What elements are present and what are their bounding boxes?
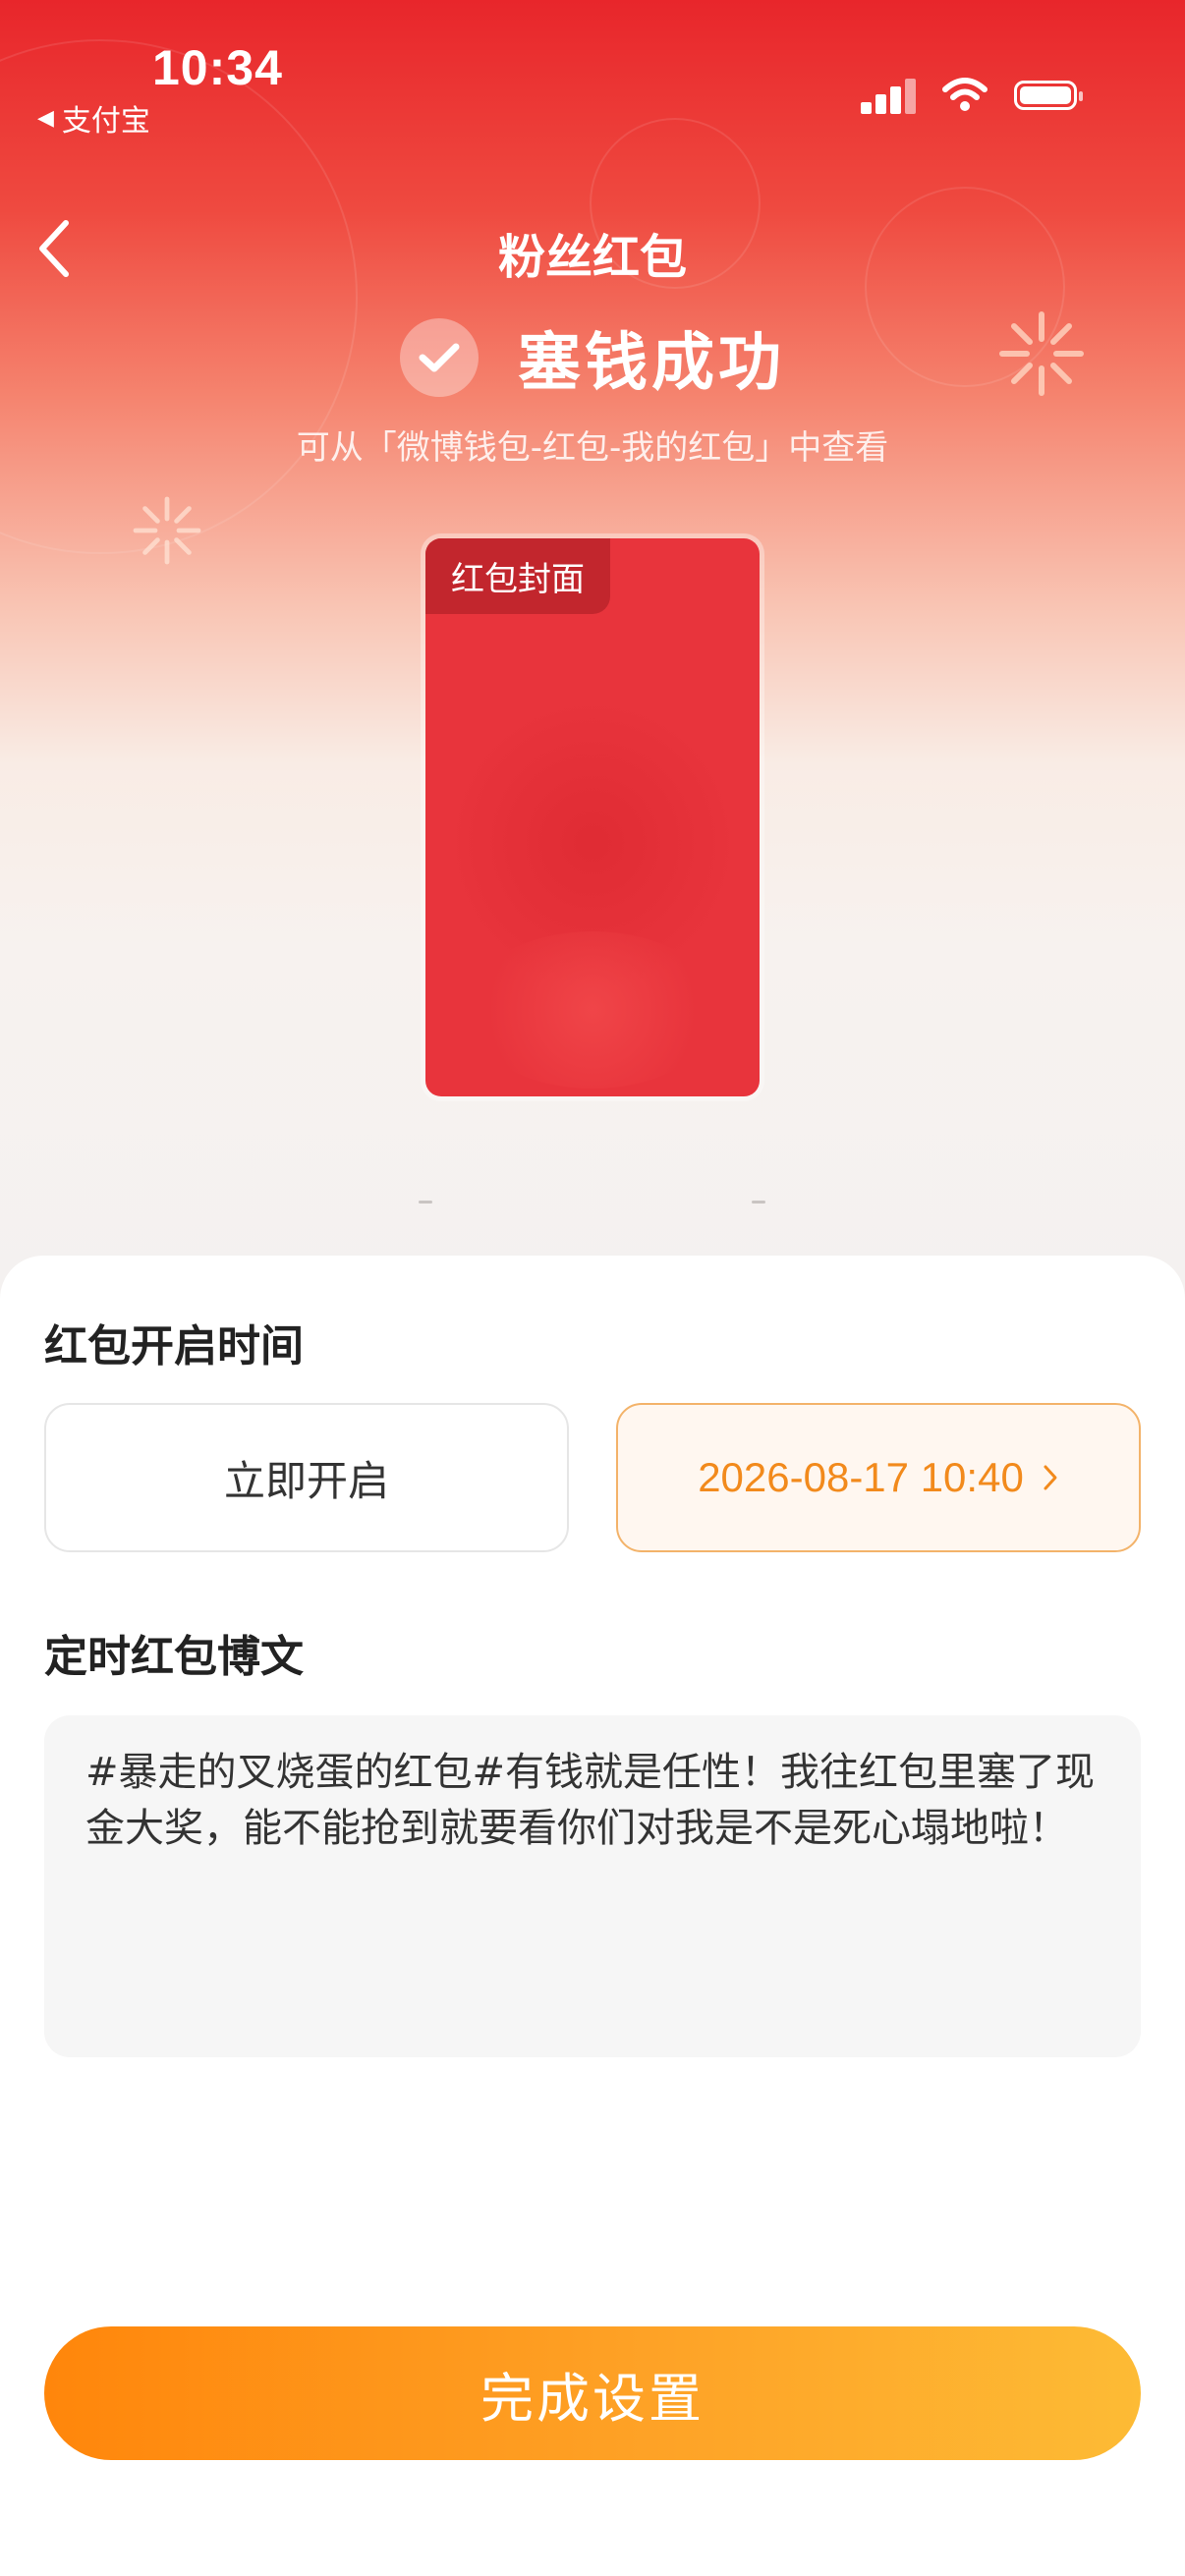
open-now-label: 立即开启 [223, 1456, 389, 1505]
page-indicator-right [752, 1201, 765, 1204]
status-indicators [861, 77, 1083, 114]
page-title: 粉丝红包 [497, 230, 687, 285]
done-button-label: 完成设置 [480, 2367, 705, 2430]
chevron-right-icon [1044, 1465, 1057, 1490]
signal-icon [861, 77, 916, 114]
triangle-left-icon: ◀ [37, 105, 54, 131]
check-icon [400, 318, 479, 397]
back-to-app-link[interactable]: ◀ 支付宝 [37, 96, 150, 140]
open-time-label: 红包开启时间 [44, 1321, 304, 1372]
success-hint: 可从「微博钱包-红包-我的红包」中查看 [296, 428, 889, 468]
success-banner: 塞钱成功 [0, 312, 1185, 403]
wifi-icon [942, 78, 988, 111]
firework-icon [133, 496, 201, 565]
status-bar: 10:34 ◀ 支付宝 [0, 0, 1185, 140]
scheduled-time-label: 2026-08-17 10:40 [698, 1454, 1024, 1500]
done-button[interactable]: 完成设置 [44, 2326, 1141, 2460]
post-text: #暴走的叉烧蛋的红包#有钱就是任性！我往红包里塞了现金大奖，能不能抢到就要看你们… [85, 1750, 1096, 1851]
post-textarea[interactable]: #暴走的叉烧蛋的红包#有钱就是任性！我往红包里塞了现金大奖，能不能抢到就要看你们… [44, 1715, 1141, 2057]
page-indicator-left [419, 1201, 432, 1204]
back-app-label: 支付宝 [61, 104, 150, 139]
status-time: 10:34 [152, 40, 283, 95]
success-title: 塞钱成功 [518, 327, 785, 400]
post-label: 定时红包博文 [44, 1632, 304, 1682]
cover-tag: 红包封面 [425, 538, 610, 614]
open-now-option[interactable]: 立即开启 [44, 1403, 569, 1552]
battery-icon [1014, 81, 1083, 110]
scheduled-time-option[interactable]: 2026-08-17 10:40 [616, 1403, 1141, 1552]
red-envelope-cover[interactable]: 红包封面 [425, 538, 760, 1096]
